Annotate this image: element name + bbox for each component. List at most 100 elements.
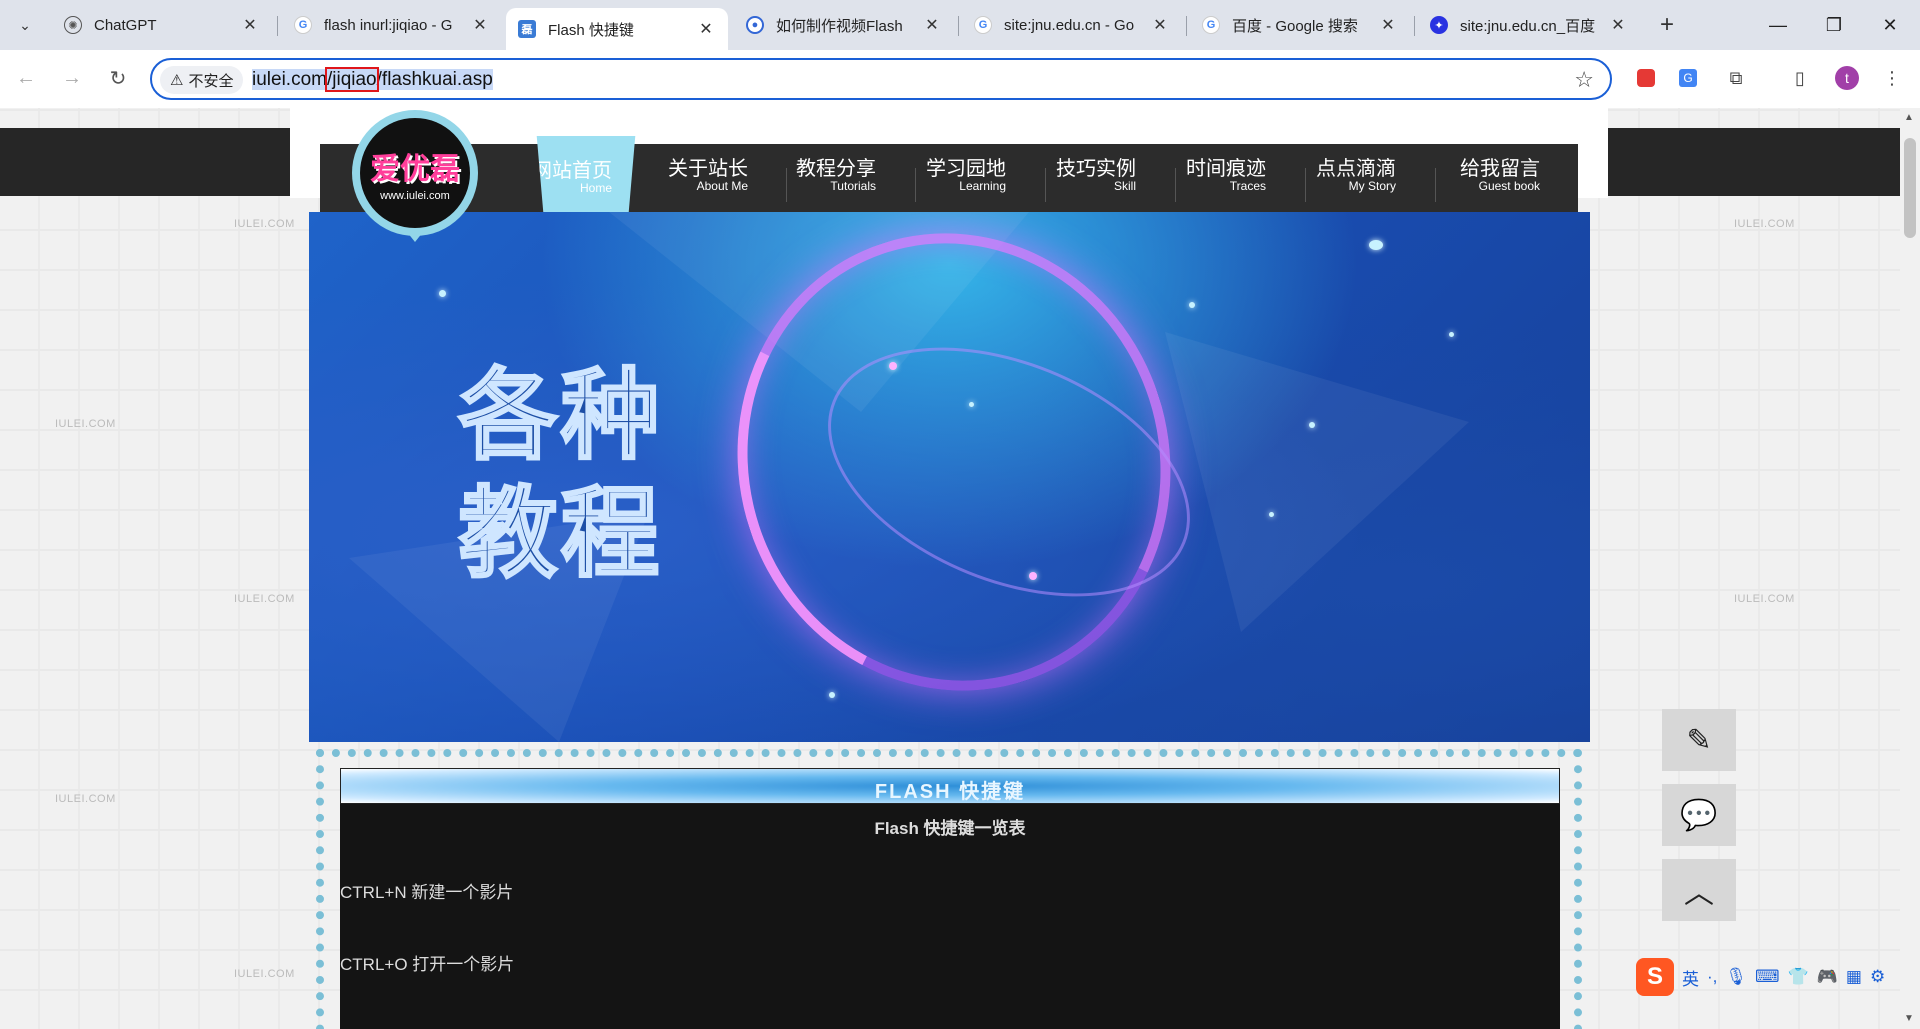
tab-chatgpt[interactable]: ✺ ChatGPT ✕: [52, 8, 272, 42]
extensions-puzzle-icon[interactable]: ⧉: [1720, 62, 1752, 94]
close-icon: ✕: [1882, 14, 1898, 35]
google-icon: G: [974, 16, 992, 34]
back-button[interactable]: ←: [8, 60, 44, 96]
tab-divider: [958, 16, 959, 36]
ime-language[interactable]: 英: [1682, 965, 1699, 990]
close-icon[interactable]: ✕: [1378, 15, 1398, 35]
back-to-top-button[interactable]: ︿: [1662, 859, 1736, 921]
profile-letter: t: [1845, 70, 1849, 86]
nav-divider: [1435, 168, 1436, 202]
nav-sublabel: Traces: [1229, 179, 1266, 193]
nav-traces[interactable]: 时间痕迹 Traces: [1170, 152, 1282, 208]
address-bar[interactable]: ⚠ 不安全 iulei.com/jiqiao/flashkuai.asp ☆: [150, 58, 1612, 100]
settings-icon[interactable]: ⚙: [1870, 967, 1885, 987]
new-tab-button[interactable]: +: [1650, 8, 1684, 42]
article-header-title: FLASH 快捷键: [874, 781, 1026, 803]
chrome-icon: ●: [746, 16, 764, 34]
tab-flash-shortcuts[interactable]: 磊 Flash 快捷键 ✕: [506, 8, 728, 50]
nav-tutorials[interactable]: 教程分享 Tutorials: [780, 152, 892, 208]
close-icon[interactable]: ✕: [470, 15, 490, 35]
nav-label: 教程分享: [796, 158, 876, 180]
nav-learning[interactable]: 学习园地 Learning: [910, 152, 1022, 208]
scroll-up-arrow-icon[interactable]: ▲: [1904, 112, 1914, 123]
tab-search-button[interactable]: ⌄: [8, 8, 42, 42]
extension-red-icon[interactable]: [1630, 62, 1662, 94]
nav-sublabel: Skill: [1113, 179, 1136, 193]
reload-icon: ↻: [109, 67, 127, 90]
reload-button[interactable]: ↻: [100, 60, 136, 96]
google-icon: G: [294, 16, 312, 34]
forward-button[interactable]: →: [54, 60, 90, 96]
nav-about-me[interactable]: 关于站长 About Me: [652, 152, 764, 208]
nav-sublabel: Guest book: [1478, 179, 1540, 193]
chevron-down-icon: ⌄: [19, 16, 31, 33]
close-icon[interactable]: ✕: [922, 15, 942, 35]
tab-baidu-google[interactable]: G 百度 - Google 搜索 ✕: [1190, 8, 1410, 42]
logo-text: 爱优磊: [370, 152, 460, 187]
hero-banner: 各种 教程: [309, 212, 1590, 742]
punctuation-icon[interactable]: ·,: [1707, 967, 1717, 987]
warning-icon: ⚠: [170, 72, 184, 89]
nav-guest-book[interactable]: 给我留言 Guest book: [1440, 152, 1540, 208]
watermark-text: IULEI.COM: [55, 418, 116, 430]
game-icon[interactable]: 🎮: [1817, 967, 1838, 987]
restore-button[interactable]: ❐: [1806, 0, 1862, 50]
profile-avatar[interactable]: t: [1835, 66, 1859, 90]
tab-title: flash inurl:jiqiao - G: [324, 16, 453, 34]
site-logo[interactable]: 爱优磊 www.iulei.com: [352, 110, 478, 236]
nav-home[interactable]: 网站首页 Home: [536, 136, 636, 214]
tab-title: Flash 快捷键: [548, 21, 634, 39]
page-scrollbar[interactable]: ▲ ▼: [1900, 108, 1920, 1029]
translate-extension-icon[interactable]: G: [1672, 62, 1704, 94]
sogou-ime-icon[interactable]: S: [1636, 958, 1674, 996]
nav-label: 点点滴滴: [1316, 158, 1396, 180]
nav-label: 关于站长: [668, 158, 748, 180]
watermark-text: IULEI.COM: [234, 968, 295, 980]
toolbox-icon[interactable]: ▦: [1846, 967, 1862, 987]
nav-skill[interactable]: 技巧实例 Skill: [1040, 152, 1152, 208]
comment-float-button[interactable]: 💬: [1662, 784, 1736, 846]
nav-label: 技巧实例: [1056, 158, 1136, 180]
security-chip[interactable]: ⚠ 不安全: [160, 66, 244, 94]
logo-domain: www.iulei.com: [380, 190, 450, 202]
nav-label: 时间痕迹: [1186, 158, 1266, 180]
url-text[interactable]: iulei.com/jiqiao/flashkuai.asp: [252, 67, 493, 92]
scrollbar-thumb[interactable]: [1904, 138, 1916, 238]
banner-line: 各种: [457, 357, 664, 475]
side-panel-icon[interactable]: ▯: [1784, 62, 1816, 94]
watermark-text: IULEI.COM: [1734, 218, 1795, 230]
keyboard-icon[interactable]: ⌨: [1755, 967, 1780, 987]
edit-float-button[interactable]: ✎: [1662, 709, 1736, 771]
bookmark-star-icon[interactable]: ☆: [1574, 67, 1594, 93]
nav-sublabel: My Story: [1348, 179, 1396, 193]
article-subtitle: Flash 快捷键一览表: [874, 819, 1026, 838]
tab-divider: [1186, 16, 1187, 36]
ime-toolbar: S 英 ·, 🎙 ⌨ 👕 🎮 ▦ ⚙: [1636, 957, 1885, 997]
shortcut-line: CTRL+N 新建一个影片: [340, 883, 514, 902]
watermark-text: IULEI.COM: [1734, 593, 1795, 605]
tab-site-jnu-google[interactable]: G site:jnu.edu.cn - Go ✕: [962, 8, 1182, 42]
tab-site-jnu-baidu[interactable]: ✦ site:jnu.edu.cn_百度 ✕: [1418, 8, 1640, 42]
minimize-button[interactable]: —: [1750, 0, 1806, 50]
skin-icon[interactable]: 👕: [1788, 967, 1809, 987]
close-window-button[interactable]: ✕: [1862, 0, 1918, 50]
url-path: /flashkuai.asp: [376, 69, 493, 90]
more-menu-icon[interactable]: ⋮: [1876, 62, 1908, 94]
comment-icon: 💬: [1680, 798, 1718, 832]
microphone-icon[interactable]: 🎙: [1725, 967, 1747, 987]
close-icon[interactable]: ✕: [1608, 15, 1628, 35]
tab-title: ChatGPT: [94, 16, 157, 34]
nav-label: 学习园地: [926, 158, 1006, 180]
shortcut-line: CTRL+O 打开一个影片: [340, 955, 515, 974]
scroll-down-arrow-icon[interactable]: ▼: [1904, 1013, 1914, 1024]
close-icon[interactable]: ✕: [240, 15, 260, 35]
tab-flash-video[interactable]: ● 如何制作视频Flash ✕: [734, 8, 954, 42]
tab-google-search-flash[interactable]: G flash inurl:jiqiao - G ✕: [282, 8, 502, 42]
tab-title: 百度 - Google 搜索: [1232, 17, 1358, 35]
close-icon[interactable]: ✕: [696, 19, 716, 39]
watermark-text: IULEI.COM: [234, 593, 295, 605]
close-icon[interactable]: ✕: [1150, 15, 1170, 35]
nav-sublabel: Learning: [959, 179, 1006, 193]
page-viewport: IULEI.COM IULEI.COM IULEI.COM IULEI.COM …: [0, 108, 1900, 1029]
nav-my-story[interactable]: 点点滴滴 My Story: [1300, 152, 1412, 208]
